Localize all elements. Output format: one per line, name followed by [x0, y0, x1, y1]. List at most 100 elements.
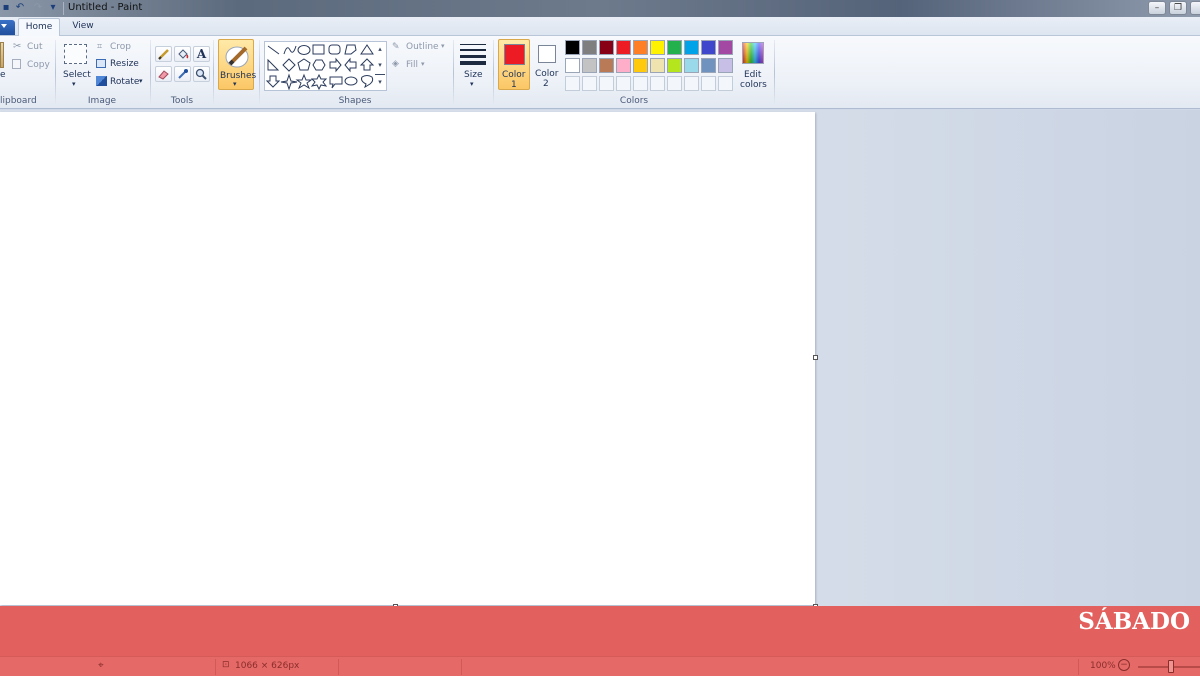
gallery-scroll-up-icon[interactable]: ▴: [375, 42, 385, 56]
palette-swatch[interactable]: [667, 58, 682, 73]
crop-button[interactable]: Crop: [110, 42, 131, 52]
canvas-size-text: 1066 × 626px: [235, 661, 300, 671]
brushes-label: Brushes: [220, 71, 257, 81]
polygon-shape-icon: [344, 44, 357, 55]
paste-label[interactable]: e: [0, 70, 6, 80]
resize-button[interactable]: Resize: [110, 59, 139, 69]
group-separator: [259, 40, 260, 106]
rotate-dropdown-icon[interactable]: ▾: [139, 77, 143, 85]
gallery-more-icon[interactable]: ▾: [375, 74, 385, 88]
palette-swatch[interactable]: [616, 40, 631, 55]
status-separator: [461, 659, 462, 675]
six-point-star-shape-icon: [310, 73, 328, 90]
palette-swatch[interactable]: [650, 58, 665, 73]
five-point-star-shape-icon: [295, 73, 313, 90]
shapes-group-label: Shapes: [338, 96, 372, 106]
palette-swatch[interactable]: [701, 58, 716, 73]
edit-colors-line1[interactable]: Edit: [744, 70, 761, 80]
select-button[interactable]: Select: [63, 70, 91, 80]
file-menu-arrow-icon: [1, 24, 7, 28]
palette-swatch[interactable]: [718, 58, 733, 73]
select-icon[interactable]: [64, 44, 87, 64]
custom-color-slot[interactable]: [565, 76, 580, 91]
brushes-button[interactable]: Brushes ▾: [218, 39, 257, 90]
paste-icon[interactable]: [0, 42, 4, 68]
custom-color-slot[interactable]: [684, 76, 699, 91]
fill-button[interactable]: Fill: [406, 60, 418, 70]
close-icon[interactable]: [1190, 1, 1200, 15]
minimize-icon[interactable]: –: [1148, 1, 1166, 15]
pencil-tool[interactable]: [155, 46, 172, 62]
size-button[interactable]: Size ▾: [458, 41, 488, 88]
palette-swatch[interactable]: [582, 58, 597, 73]
eraser-tool[interactable]: [155, 66, 172, 82]
cut-button[interactable]: Cut: [27, 42, 43, 52]
custom-color-slot[interactable]: [582, 76, 597, 91]
custom-color-slot[interactable]: [616, 76, 631, 91]
rotate-button[interactable]: Rotate: [110, 77, 139, 87]
edit-colors-line2[interactable]: colors: [740, 80, 767, 90]
status-separator: [1078, 659, 1079, 675]
custom-color-slot[interactable]: [633, 76, 648, 91]
palette-swatch[interactable]: [718, 40, 733, 55]
file-menu-button[interactable]: [0, 20, 15, 35]
palette-swatch[interactable]: [701, 40, 716, 55]
custom-color-slot[interactable]: [650, 76, 665, 91]
customize-quick-access-icon[interactable]: ▾: [47, 2, 59, 14]
zoom-out-icon[interactable]: −: [1118, 659, 1130, 671]
color1-swatch: [504, 44, 525, 65]
custom-color-slot[interactable]: [718, 76, 733, 91]
palette-swatch[interactable]: [633, 58, 648, 73]
right-triangle-shape-icon: [267, 58, 280, 71]
shapes-grid: [265, 44, 375, 90]
ribbon: e ✂ Cut Copy lipboard Select ▾ ⌗ Crop Re…: [0, 36, 1200, 109]
palette-swatch[interactable]: [633, 40, 648, 55]
palette-swatch[interactable]: [599, 58, 614, 73]
image-group-label: Image: [87, 96, 117, 106]
custom-color-slot[interactable]: [667, 76, 682, 91]
palette-swatch[interactable]: [684, 40, 699, 55]
custom-color-slot[interactable]: [599, 76, 614, 91]
palette-swatch[interactable]: [616, 58, 631, 73]
undo-icon[interactable]: ↶: [14, 2, 26, 14]
palette-swatch[interactable]: [599, 40, 614, 55]
palette-swatch[interactable]: [565, 58, 580, 73]
cursor-position-icon: ⌖: [98, 660, 104, 671]
tab-home[interactable]: Home: [18, 18, 60, 37]
rotate-icon: [96, 76, 107, 86]
rectangle-shape-icon: [312, 44, 325, 55]
outline-button[interactable]: Outline: [406, 42, 439, 52]
crop-icon: ⌗: [97, 42, 103, 52]
color1-button[interactable]: Color 1: [498, 39, 530, 90]
size-dropdown-icon: ▾: [470, 80, 474, 88]
curve-shape-icon: [283, 45, 297, 55]
color1-label-line2: 1: [511, 80, 517, 90]
fill-dropdown-icon[interactable]: ▾: [421, 60, 425, 68]
palette-swatch[interactable]: [684, 58, 699, 73]
clipboard-group-label: lipboard: [0, 96, 37, 106]
magnifier-tool[interactable]: [193, 66, 210, 82]
tab-view[interactable]: View: [64, 18, 102, 37]
fill-tool[interactable]: [174, 46, 191, 62]
text-tool[interactable]: A: [193, 46, 210, 62]
custom-color-slot[interactable]: [701, 76, 716, 91]
title-bar: ▪ ↶ ↷ ▾ Untitled - Paint – ❐: [0, 0, 1200, 17]
outline-dropdown-icon[interactable]: ▾: [441, 42, 445, 50]
maximize-icon[interactable]: ❐: [1169, 1, 1187, 15]
group-separator: [150, 40, 151, 106]
redo-icon[interactable]: ↷: [32, 2, 44, 14]
color2-button[interactable]: Color 2: [533, 39, 561, 90]
gallery-scroll-down-icon[interactable]: ▾: [375, 58, 385, 72]
palette-swatch[interactable]: [650, 40, 665, 55]
palette-swatch[interactable]: [565, 40, 580, 55]
zoom-slider-thumb[interactable]: [1168, 660, 1174, 673]
color-picker-tool[interactable]: [174, 66, 191, 82]
select-dropdown-icon[interactable]: ▾: [72, 80, 76, 88]
palette-swatch[interactable]: [582, 40, 597, 55]
save-icon[interactable]: ▪: [0, 2, 12, 14]
palette-swatch[interactable]: [667, 40, 682, 55]
drawing-canvas[interactable]: [0, 112, 815, 605]
copy-button[interactable]: Copy: [27, 60, 50, 70]
resize-handle-right[interactable]: [813, 355, 818, 360]
tools-group-label: Tools: [170, 96, 194, 106]
